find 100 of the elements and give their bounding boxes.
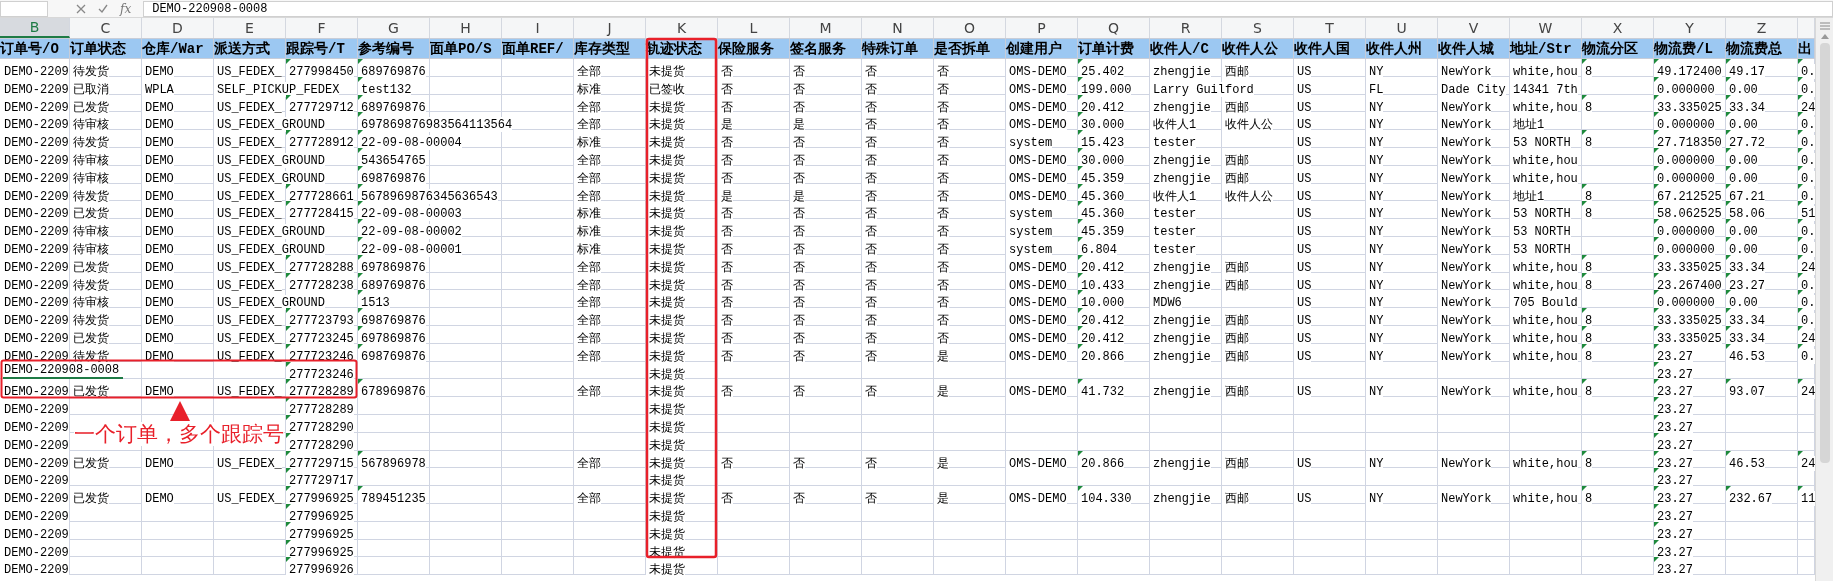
caret-up-icon[interactable]: [1820, 34, 1829, 39]
table-cell: 23.27: [1654, 526, 1693, 542]
table-cell: 23.27: [1654, 384, 1693, 400]
table-cell: 22-09-08-00003: [358, 206, 462, 222]
check-icon[interactable]: [98, 3, 108, 14]
table-cell: 277996925: [286, 491, 354, 507]
column-header[interactable]: D: [142, 18, 214, 38]
table-cell: 否: [790, 170, 805, 186]
table-cell: 23.27: [1654, 419, 1693, 435]
table-cell: 收件人1: [1150, 188, 1197, 204]
scrollbar-thumb[interactable]: [1819, 43, 1830, 463]
table-cell: 否: [862, 135, 877, 151]
column-header[interactable]: V: [1438, 18, 1510, 38]
formula-field[interactable]: DEMO-220908-0008: [143, 0, 1833, 17]
table-cell: white,hou: [1510, 99, 1578, 115]
column-header[interactable]: W: [1510, 18, 1582, 38]
column-header[interactable]: Y: [1654, 18, 1726, 38]
column-header[interactable]: I: [502, 18, 574, 38]
table-cell: 否: [790, 153, 805, 168]
table-cell: 23.27: [1654, 491, 1693, 507]
table-cell: US_FEDEX_GROUND: [214, 117, 326, 133]
table-cell: 全部: [574, 330, 601, 346]
table-cell: 277996925: [286, 544, 354, 560]
table-cell: 20.412: [1078, 330, 1125, 346]
cancel-icon[interactable]: [76, 3, 86, 14]
table-cell: 67.212525: [1654, 188, 1722, 204]
table-cell: 8: [1582, 259, 1593, 275]
table-cell: OMS-DEMO: [1006, 188, 1067, 204]
table-cell: 51: [1798, 206, 1816, 222]
column-header[interactable]: G: [358, 18, 430, 38]
table-cell: US: [1294, 313, 1312, 329]
table-cell: 1513: [358, 295, 390, 311]
arrow: [170, 401, 190, 421]
column-header[interactable]: E: [214, 18, 286, 38]
table-cell: 0.: [1798, 224, 1816, 240]
table-cell: 未提货: [646, 188, 685, 204]
column-header[interactable]: U: [1366, 18, 1438, 38]
table-cell: 否: [718, 64, 733, 79]
table-cell: 全部: [574, 348, 601, 364]
table-cell: 是: [934, 384, 949, 400]
table-cell: tester: [1150, 241, 1197, 257]
column-header[interactable]: T: [1294, 18, 1366, 38]
column-header[interactable]: F: [286, 18, 358, 38]
table-cell: 否: [790, 206, 805, 222]
column-header[interactable]: J: [574, 18, 646, 38]
table-cell: 0.: [1798, 117, 1816, 133]
column-header[interactable]: H: [430, 18, 502, 38]
column-header[interactable]: L: [718, 18, 790, 38]
table-cell: white,hou: [1510, 330, 1578, 346]
table-cell: 93.07: [1726, 384, 1765, 400]
table-cell: 否: [718, 135, 733, 151]
table-cell: 否: [718, 330, 733, 346]
column-header[interactable]: Z: [1726, 18, 1798, 38]
column-header[interactable]: R: [1150, 18, 1222, 38]
column-header[interactable]: B: [0, 18, 70, 38]
menu-icon[interactable]: [1819, 22, 1830, 30]
table-cell: 689769876: [358, 99, 426, 115]
table-cell: DEMO: [142, 313, 174, 329]
field-header-cell: 收件人州: [1366, 39, 1438, 58]
function-button[interactable]: fx: [120, 0, 132, 18]
column-header[interactable]: P: [1006, 18, 1078, 38]
table-cell: system: [1006, 224, 1053, 240]
table-cell: 否: [718, 455, 733, 471]
vertical-scrollbar[interactable]: [1815, 18, 1833, 581]
table-cell: US: [1294, 81, 1312, 97]
column-header[interactable]: K: [646, 18, 718, 38]
table-cell: white,hou: [1510, 455, 1578, 471]
table-cell: 否: [790, 348, 805, 364]
column-header[interactable]: M: [790, 18, 862, 38]
table-cell: SELF_PICKUP_FEDEX: [214, 81, 340, 97]
table-cell: US_FEDEX_: [214, 277, 282, 293]
table-cell: DEMO-2209: [0, 153, 69, 168]
table-cell: zhengjie: [1150, 277, 1211, 293]
table-cell: DEMO: [142, 117, 174, 133]
table-cell: NY: [1366, 64, 1384, 79]
table-cell: 24: [1798, 384, 1816, 400]
table-cell: 705 Bould: [1510, 295, 1578, 311]
table-cell: 789451235: [358, 491, 426, 507]
column-header[interactable]: C: [70, 18, 142, 38]
table-cell: 是: [718, 117, 733, 133]
column-header[interactable]: O: [934, 18, 1006, 38]
table-cell: 未提货: [646, 491, 685, 507]
table-cell: OMS-DEMO: [1006, 99, 1067, 115]
table-cell: 33.335025: [1654, 259, 1722, 275]
column-header[interactable]: S: [1222, 18, 1294, 38]
table-cell: system: [1006, 241, 1053, 257]
table-cell: NewYork: [1438, 241, 1492, 257]
table-cell: 20.866: [1078, 348, 1125, 364]
table-cell: 698769876: [358, 313, 426, 329]
table-cell: 已取消: [70, 81, 109, 97]
column-header[interactable]: N: [862, 18, 934, 38]
table-cell: 未提货: [646, 402, 685, 418]
table-cell: 全部: [574, 384, 601, 400]
column-header[interactable]: Q: [1078, 18, 1150, 38]
column-header[interactable]: X: [1582, 18, 1654, 38]
table-cell: 待审核: [70, 153, 109, 168]
table-cell: 24: [1798, 99, 1816, 115]
name-box[interactable]: [0, 0, 48, 17]
table-cell: 0.00: [1726, 170, 1758, 186]
field-header-cell: 物流费/L: [1654, 39, 1726, 58]
